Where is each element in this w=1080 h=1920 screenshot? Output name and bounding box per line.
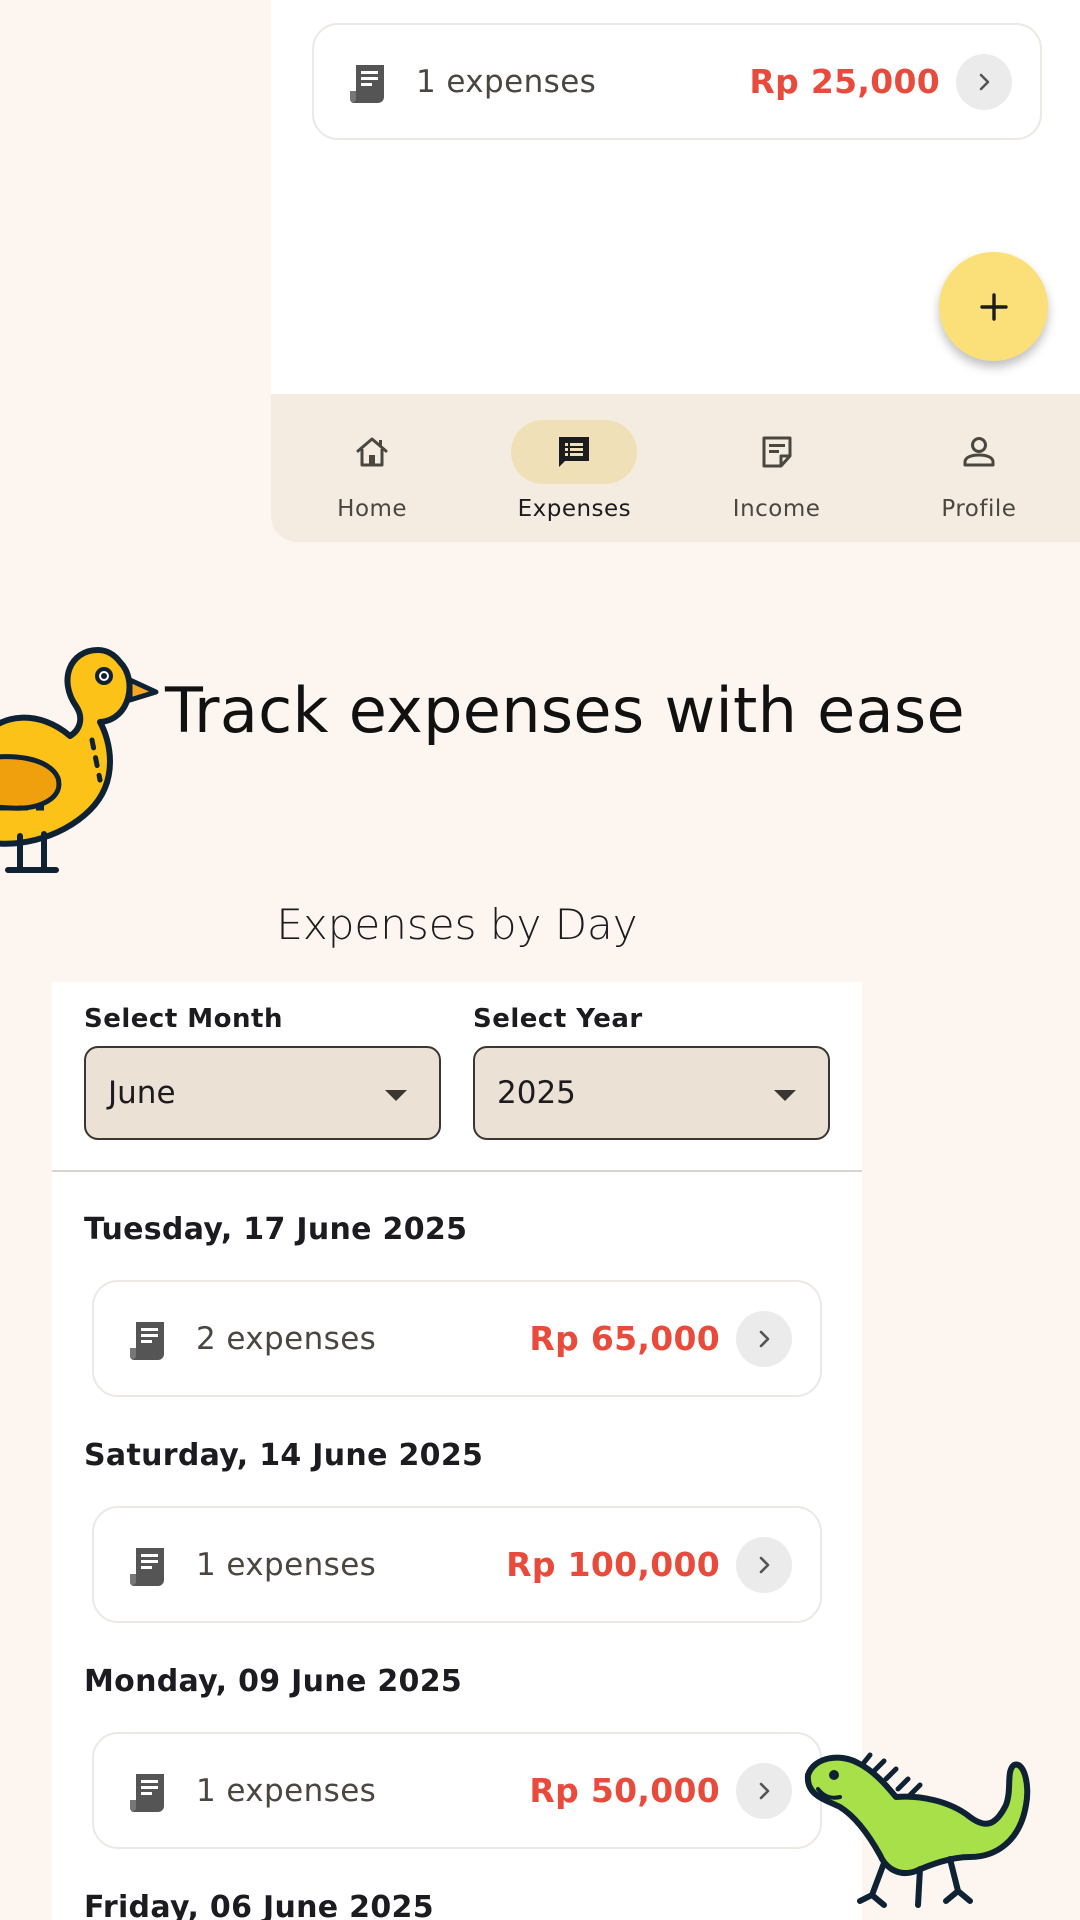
nav-item-expenses[interactable]: Expenses bbox=[473, 394, 675, 542]
day-date: Tuesday, 17 June 2025 bbox=[84, 1212, 468, 1247]
expense-day-card[interactable]: 1 expenses Rp 25,000 bbox=[312, 23, 1042, 140]
month-select[interactable]: June bbox=[84, 1046, 441, 1140]
nav-label-home: Home bbox=[337, 496, 408, 522]
expenses-icon bbox=[559, 437, 590, 467]
chevron-right-icon[interactable] bbox=[956, 53, 1012, 110]
receipt-icon bbox=[130, 1548, 164, 1586]
home-icon bbox=[356, 437, 388, 467]
month-label: Select Month bbox=[84, 1004, 283, 1034]
expense-day-card[interactable]: 1 expenses Rp 50,000 bbox=[92, 1732, 822, 1849]
expense-count: 1 expenses bbox=[196, 1546, 377, 1583]
page-headline: Track expenses with ease bbox=[165, 674, 965, 747]
receipt-icon bbox=[130, 1322, 164, 1360]
expense-amount: Rp 25,000 bbox=[749, 62, 940, 101]
expense-day-card[interactable]: 1 expenses Rp 100,000 bbox=[92, 1506, 822, 1623]
profile-icon bbox=[963, 437, 995, 467]
bottom-navigation: Home Expenses Income Profile bbox=[271, 394, 1080, 542]
expense-count: 1 expenses bbox=[416, 63, 597, 100]
divider bbox=[52, 1170, 862, 1172]
nav-label-income: Income bbox=[732, 496, 821, 522]
day-date: Saturday, 14 June 2025 bbox=[84, 1438, 484, 1473]
section-title: Expenses by Day bbox=[276, 900, 638, 949]
nav-label-profile: Profile bbox=[941, 496, 1017, 522]
chevron-right-icon[interactable] bbox=[736, 1310, 792, 1367]
expense-day-card[interactable]: 2 expenses Rp 65,000 bbox=[92, 1280, 822, 1397]
expense-amount: Rp 50,000 bbox=[529, 1771, 720, 1810]
duck-illustration bbox=[0, 647, 159, 873]
add-expense-button[interactable] bbox=[939, 252, 1048, 361]
month-value: June bbox=[108, 1075, 176, 1111]
receipt-icon bbox=[130, 1774, 164, 1812]
nav-label-expenses: Expenses bbox=[517, 496, 632, 522]
expense-amount: Rp 65,000 bbox=[529, 1319, 720, 1358]
app-screen-preview: 1 expenses Rp 25,000 Home Expenses Incom… bbox=[271, 0, 1080, 542]
expense-count: 2 expenses bbox=[196, 1320, 377, 1357]
lizard-illustration bbox=[804, 1752, 1031, 1908]
expense-amount: Rp 100,000 bbox=[506, 1545, 720, 1584]
expenses-by-day-panel: Select Month June Select Year 2025 Tuesd… bbox=[52, 982, 862, 1920]
dropdown-arrow-icon bbox=[385, 1090, 407, 1101]
receipt-icon bbox=[350, 65, 384, 103]
day-date: Monday, 09 June 2025 bbox=[84, 1664, 463, 1699]
chevron-right-icon[interactable] bbox=[736, 1762, 792, 1819]
nav-item-home[interactable]: Home bbox=[271, 394, 473, 542]
year-select[interactable]: 2025 bbox=[473, 1046, 830, 1140]
year-value: 2025 bbox=[497, 1075, 576, 1111]
chevron-right-icon[interactable] bbox=[736, 1536, 792, 1593]
income-icon bbox=[762, 436, 792, 468]
plus-icon bbox=[979, 292, 1008, 321]
nav-item-profile[interactable]: Profile bbox=[878, 394, 1080, 542]
day-date: Friday, 06 June 2025 bbox=[84, 1890, 434, 1920]
expense-count: 1 expenses bbox=[196, 1772, 377, 1809]
nav-item-income[interactable]: Income bbox=[676, 394, 878, 542]
year-label: Select Year bbox=[473, 1004, 643, 1034]
dropdown-arrow-icon bbox=[774, 1090, 796, 1101]
